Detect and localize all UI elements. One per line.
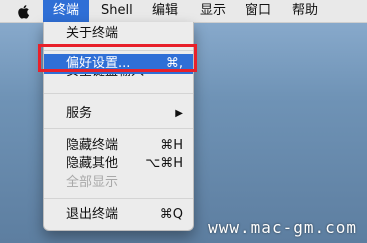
menu-item-label: 隐藏其他	[66, 156, 119, 171]
menu-item-shortcut: ⌘H	[160, 138, 183, 153]
menu-item-label: 关于终端	[66, 26, 119, 41]
menu-item-hide-terminal[interactable]: 隐藏终端 ⌘H	[44, 136, 193, 156]
menu-item-hide-others[interactable]: 隐藏其他 ⌥⌘H	[44, 154, 193, 174]
menu-item-show-all: 全部显示	[44, 173, 193, 193]
annotation-highlight-box	[38, 44, 197, 72]
menu-help[interactable]: 帮助	[292, 0, 318, 22]
menu-edit[interactable]: 编辑	[152, 0, 178, 22]
menu-item-label: 服务	[66, 106, 93, 121]
menu-separator	[44, 198, 193, 199]
menu-item-label: 全部显示	[66, 175, 119, 190]
menu-item-quit-terminal[interactable]: 退出终端 ⌘Q	[44, 205, 193, 225]
menu-terminal[interactable]: 终端	[43, 0, 89, 22]
menu-item-shortcut: ⌥⌘H	[145, 156, 183, 171]
menu-separator	[44, 93, 193, 94]
menu-item-services[interactable]: 服务 ▶	[44, 104, 193, 124]
watermark: www.mac-gm.com	[208, 218, 357, 237]
menu-item-label: 退出终端	[66, 207, 119, 222]
menu-view[interactable]: 显示	[200, 0, 226, 22]
menu-window[interactable]: 窗口	[245, 0, 271, 22]
menu-bar: 终端 Shell 编辑 显示 窗口 帮助	[0, 0, 367, 23]
menu-separator	[44, 128, 193, 129]
menu-shell[interactable]: Shell	[101, 0, 133, 22]
menu-item-label: 安全键盘输入	[66, 74, 144, 82]
menu-item-label: 隐藏终端	[66, 138, 119, 153]
menu-item-secure-keyboard-entry[interactable]: 安全键盘输入	[44, 74, 193, 82]
apple-icon[interactable]	[16, 4, 30, 19]
submenu-arrow-icon: ▶	[175, 108, 183, 119]
menu-item-shortcut: ⌘Q	[159, 207, 183, 222]
menu-item-about-terminal[interactable]: 关于终端	[44, 24, 193, 44]
